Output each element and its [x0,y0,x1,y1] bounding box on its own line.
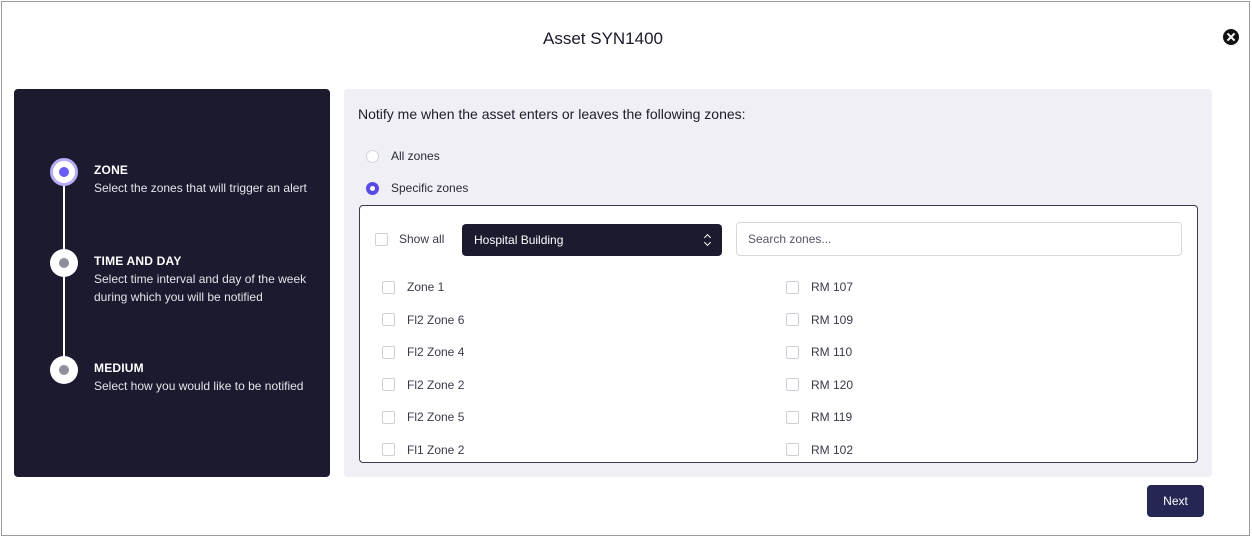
radio-specific-zones[interactable]: Specific zones [366,181,468,195]
checkbox[interactable] [382,443,395,457]
zone-list-item[interactable]: RM 107 [786,271,853,304]
checkbox[interactable] [786,313,799,327]
checkbox[interactable] [382,345,395,359]
radio-all-zones[interactable]: All zones [366,149,440,163]
step-description: Select how you would like to be notified [94,379,304,393]
zone-list-item[interactable]: Fl2 Zone 5 [382,401,464,434]
stepper-panel: ZONE Select the zones that will trigger … [14,89,330,477]
radio-label: Specific zones [391,181,469,195]
building-select-value: Hospital Building [474,233,564,247]
step-indicator [50,249,78,277]
close-icon[interactable] [1223,29,1239,45]
checkbox[interactable] [382,313,395,327]
zone-list-item[interactable]: RM 120 [786,369,853,402]
show-all-checkbox[interactable]: Show all [375,232,444,246]
step-description: Select time interval and day of the week… [94,272,307,304]
zone-selection-panel: Notify me when the asset enters or leave… [344,89,1212,477]
modal-title: Asset SYN1400 [542,29,663,48]
zone-list-item[interactable]: Fl2 Zone 4 [382,336,464,369]
zone-list-box: Show all Hospital Building Zone 1 Fl2 Zo… [359,205,1198,463]
zone-list-item[interactable]: Fl2 Zone 2 [382,369,464,402]
zone-list-item[interactable]: Fl2 Zone 6 [382,304,464,337]
step-title: MEDIUM [94,361,144,375]
zone-label: Fl2 Zone 2 [407,377,465,392]
step-active-indicator [50,158,78,186]
notify-question: Notify me when the asset enters or leave… [358,106,746,122]
zone-list-left: Zone 1 Fl2 Zone 6 Fl2 Zone 4 Fl2 Zone 2 … [382,271,464,466]
radio-label: All zones [391,149,440,163]
checkbox[interactable] [382,410,395,424]
search-zones-input[interactable] [736,222,1182,256]
zone-list-item[interactable]: Fl1 Zone 2 [382,434,464,467]
zone-list-item[interactable]: RM 102 [786,434,853,467]
zone-label: RM 107 [811,280,854,295]
zone-list-item[interactable]: Zone 1 [382,271,464,304]
radio-button-checked[interactable] [366,181,379,195]
checkbox[interactable] [382,280,395,294]
show-all-label: Show all [399,232,445,246]
zone-label: Zone 1 [407,280,445,295]
next-button[interactable]: Next [1147,485,1204,517]
zone-label: Fl1 Zone 2 [407,442,465,457]
checkbox[interactable] [382,378,395,392]
step-indicator [50,356,78,384]
step-title: TIME AND DAY [94,254,182,268]
zone-list-item[interactable]: RM 109 [786,304,853,337]
zone-list-right: RM 107 RM 109 RM 110 RM 120 RM 119 RM 10… [786,271,853,466]
zone-label: RM 102 [811,442,854,457]
step-description: Select the zones that will trigger an al… [94,181,307,195]
zone-label: Fl2 Zone 4 [407,345,465,360]
checkbox[interactable] [375,232,388,246]
zone-label: RM 120 [811,377,854,392]
zone-label: RM 109 [811,312,854,327]
zone-label: RM 110 [811,345,853,360]
checkbox[interactable] [786,280,799,294]
chevron-up-down-icon [704,233,712,247]
zone-label: Fl2 Zone 5 [407,410,465,425]
checkbox[interactable] [786,443,799,457]
zone-list-item[interactable]: RM 119 [786,401,853,434]
zone-list-item[interactable]: RM 110 [786,336,853,369]
zone-label: RM 119 [811,410,853,425]
checkbox[interactable] [786,378,799,392]
radio-button[interactable] [366,149,379,163]
building-select[interactable]: Hospital Building [462,224,722,256]
step-title: ZONE [94,163,129,177]
checkbox[interactable] [786,345,799,359]
zone-label: Fl2 Zone 6 [407,312,465,327]
checkbox[interactable] [786,410,799,424]
